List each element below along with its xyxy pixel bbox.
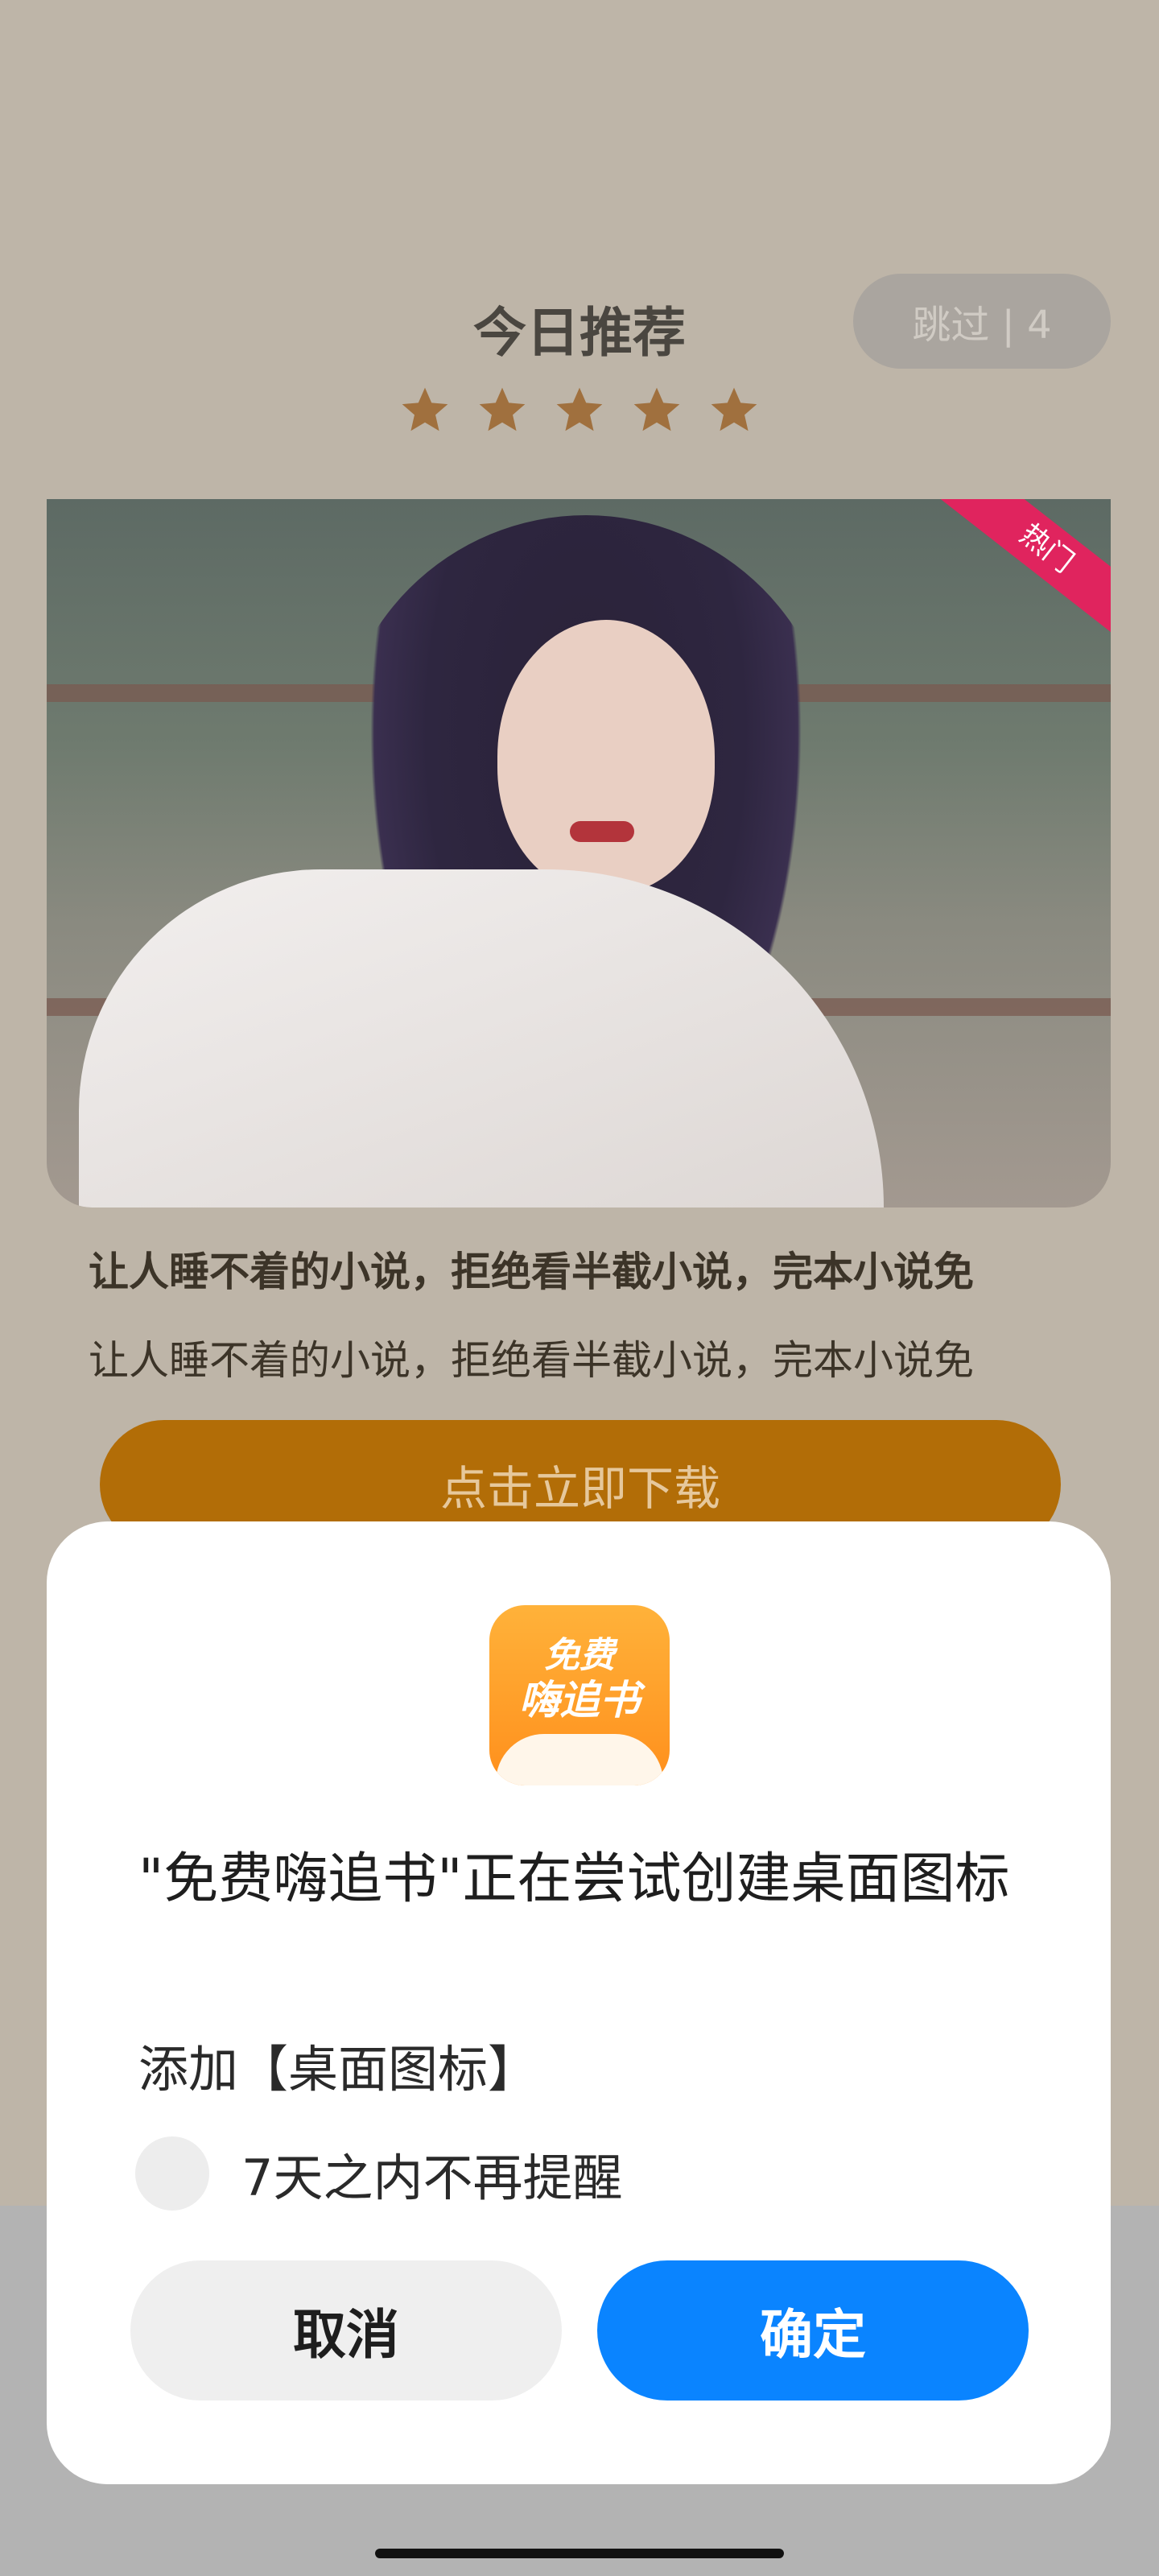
checkbox-circle-icon[interactable]: [135, 2136, 209, 2211]
portrait-face: [497, 620, 715, 894]
confirm-button[interactable]: 确定: [597, 2260, 1029, 2401]
book-icon: [496, 1734, 663, 1785]
rating-stars: [0, 383, 1159, 448]
star-icon: [479, 387, 526, 431]
star-icon: [711, 387, 757, 431]
dont-remind-checkbox[interactable]: 7天之内不再提醒: [135, 2133, 622, 2214]
dialog-subtitle: 添加【桌面图标】: [138, 2040, 538, 2099]
portrait-lips: [570, 821, 634, 842]
promo-description: 让人睡不着的小说，拒绝看半截小说，完本小说免: [89, 1337, 974, 1384]
app-icon: 免费 嗨追书: [489, 1605, 670, 1785]
promo-banner-image[interactable]: 热门: [47, 499, 1111, 1208]
cancel-button[interactable]: 取消: [130, 2260, 562, 2401]
skip-button[interactable]: 跳过 | 4: [853, 274, 1111, 369]
hot-badge: 热门: [935, 499, 1111, 644]
star-icon: [402, 387, 448, 431]
app-icon-text: 嗨追书: [519, 1677, 640, 1724]
dialog-title: "免费嗨追书"正在尝试创建桌面图标: [138, 1847, 1010, 1911]
checkbox-label: 7天之内不再提醒: [241, 2149, 623, 2207]
home-indicator[interactable]: [375, 2549, 784, 2558]
star-icon: [633, 387, 680, 431]
promo-headline: 让人睡不着的小说，拒绝看半截小说，完本小说免: [89, 1249, 974, 1295]
create-shortcut-dialog: 免费 嗨追书 "免费嗨追书"正在尝试创建桌面图标 添加【桌面图标】 7天之内不再…: [47, 1521, 1111, 2484]
star-icon: [556, 387, 603, 431]
